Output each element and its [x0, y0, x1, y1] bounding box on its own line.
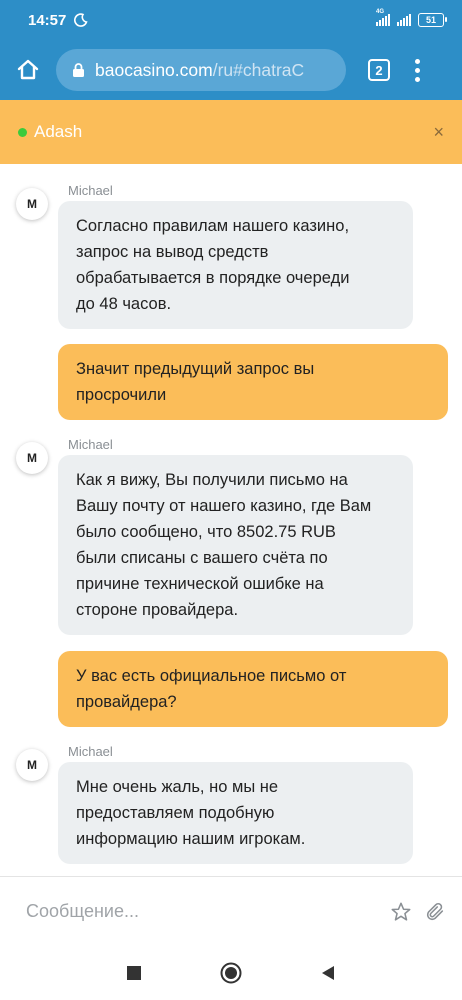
message-list[interactable]: M Michael Согласно правилам нашего казин… — [0, 164, 462, 876]
online-status-dot — [18, 127, 27, 137]
message-line: причине технической ошибке на — [76, 575, 324, 593]
url-path: /ru#chatraC — [212, 59, 305, 80]
avatar: M — [16, 442, 48, 474]
agent-name: Adash — [34, 122, 83, 141]
message-input[interactable] — [26, 901, 366, 922]
message-line: было сообщено, что 8502.75 RUB — [76, 523, 336, 541]
message-line: обрабатывается в порядке очереди — [76, 269, 350, 287]
address-bar[interactable]: baocasino.com/ru#chatraC — [56, 49, 346, 91]
battery-icon: 51 — [418, 13, 447, 27]
sender-name: Michael — [68, 744, 113, 759]
system-nav-bar — [0, 946, 462, 1000]
message-bubble: Мне очень жаль, но мы не предоставляем п… — [58, 762, 413, 864]
user-message-bubble: Значит предыдущий запрос вы просрочили — [58, 344, 448, 420]
sender-name: Michael — [68, 437, 113, 452]
paperclip-icon[interactable] — [424, 901, 446, 923]
message-line: Значит предыдущий запрос вы — [76, 360, 315, 378]
nav-home-icon[interactable] — [220, 962, 242, 984]
message-line: Вашу почту от нашего казино, где Вам — [76, 497, 372, 515]
close-chat-button[interactable]: × — [433, 122, 444, 143]
sender-name: Michael — [68, 183, 113, 198]
message-line: провайдера? — [76, 693, 177, 711]
avatar: M — [16, 188, 48, 220]
status-bar: 14:57 4G 51 — [0, 0, 462, 40]
user-message-bubble: У вас есть официальное письмо от провайд… — [58, 651, 448, 727]
recent-apps-icon[interactable] — [126, 965, 142, 981]
message-composer — [0, 876, 462, 946]
status-time: 14:57 — [28, 11, 67, 29]
message-line: Как я вижу, Вы получили письмо на — [76, 471, 348, 489]
message-bubble: Как я вижу, Вы получили письмо на Вашу п… — [58, 455, 413, 635]
do-not-disturb-moon-icon — [74, 13, 88, 27]
message-line: Мне очень жаль, но мы не — [76, 778, 279, 796]
nav-back-icon[interactable] — [320, 965, 336, 981]
message-line: были списаны с вашего счёта по — [76, 549, 328, 567]
message-line: У вас есть официальное письмо от — [76, 667, 347, 685]
signal-4g-icon: 4G — [376, 9, 390, 26]
message-line: просрочили — [76, 386, 167, 404]
lock-icon — [72, 62, 85, 78]
browser-home-button[interactable] — [0, 40, 56, 100]
url-host: baocasino.com — [95, 59, 213, 80]
message-line: стороне провайдера. — [76, 601, 239, 619]
message-line: запрос на вывод средств — [76, 243, 269, 261]
signal-icon — [397, 14, 411, 26]
star-icon[interactable] — [390, 901, 412, 923]
more-vert-icon[interactable] — [414, 58, 420, 82]
message-line: до 48 часов. — [76, 295, 172, 313]
tab-switcher-button[interactable]: 2 — [368, 59, 390, 81]
browser-toolbar: baocasino.com/ru#chatraC 2 — [0, 40, 462, 100]
message-line: информацию нашим игрокам. — [76, 830, 306, 848]
avatar: M — [16, 749, 48, 781]
message-bubble: Согласно правилам нашего казино, запрос … — [58, 201, 413, 329]
message-line: предоставляем подобную — [76, 804, 275, 822]
chat-header: Adash × — [0, 100, 462, 164]
message-line: Согласно правилам нашего казино, — [76, 217, 350, 235]
home-icon — [17, 59, 39, 80]
